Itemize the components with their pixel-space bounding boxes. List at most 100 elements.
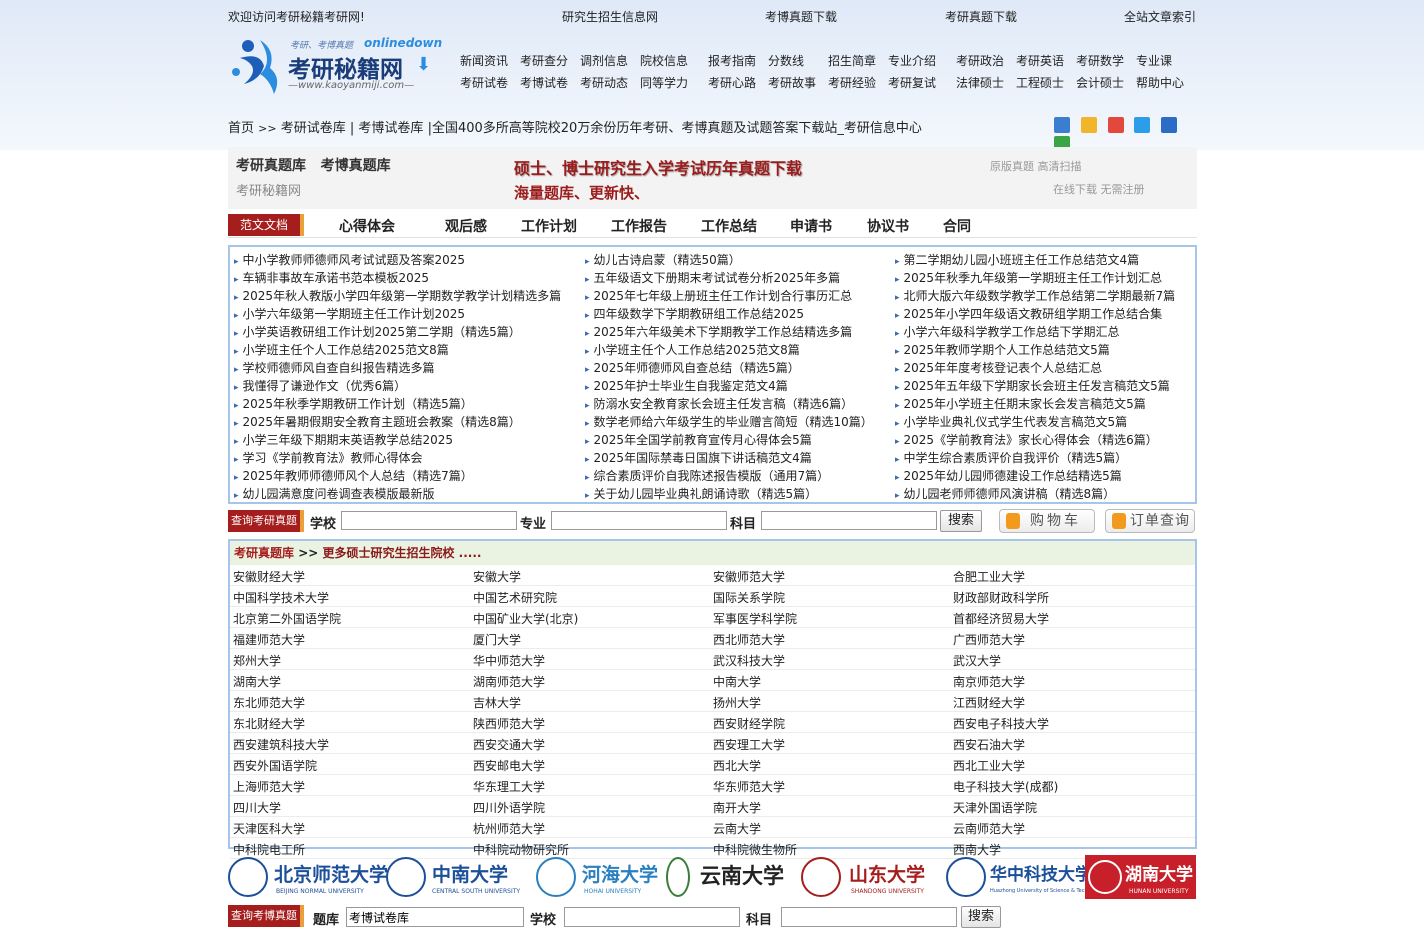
nav-row2-item[interactable]: 法律硕士	[956, 74, 1004, 91]
article-link[interactable]: 2025年小学班主任期末家长会发言稿范文5篇	[895, 395, 1175, 413]
article-link[interactable]: 2025年教师师德师风个人总结（精选7篇）	[234, 467, 561, 485]
school-link[interactable]: 国际关系学院	[713, 589, 785, 606]
article-link[interactable]: 小学六年级科学教学工作总结下学期汇总	[895, 323, 1175, 341]
article-link[interactable]: 幼儿园满意度问卷调查表模版最新版	[234, 485, 561, 503]
school-link[interactable]: 西北工业大学	[953, 757, 1025, 774]
article-link[interactable]: 中小学教师师德师风考试试题及答案2025	[234, 251, 561, 269]
school-link[interactable]: 中国科学技术大学	[233, 589, 329, 606]
nav-row1-item[interactable]: 新闻资讯	[460, 52, 508, 69]
renren-icon[interactable]	[1161, 117, 1178, 133]
promo-banner[interactable]: 考研真题库 考博真题库 考研秘籍网 硕士、博士研究生入学考试历年真题下载 海量题…	[228, 147, 1197, 209]
school-link[interactable]: 武汉大学	[953, 652, 1001, 669]
nav-row1-item[interactable]: 报考指南	[708, 52, 756, 69]
article-link[interactable]: 学校师德师风自查自纠报告精选多篇	[234, 359, 561, 377]
nav-row2-item[interactable]: 工程硕士	[1016, 74, 1064, 91]
school-link[interactable]: 上海师范大学	[233, 778, 305, 795]
nav-row2-item[interactable]: 考研故事	[768, 74, 816, 91]
nav-row1-item[interactable]: 考研数学	[1076, 52, 1124, 69]
school-link[interactable]: 湖南师范大学	[473, 673, 545, 690]
article-link[interactable]: 关于幼儿园毕业典礼朗诵诗歌（精选5篇）	[585, 485, 873, 503]
logo-hohai[interactable]: 河海大学 HOHAI UNIVERSITY	[536, 855, 666, 899]
article-link[interactable]: 2025年教师学期个人工作总结范文5篇	[895, 341, 1175, 359]
tab-item[interactable]: 心得体会	[339, 216, 395, 236]
school-link[interactable]: 东北财经大学	[233, 715, 305, 732]
school-link[interactable]: 电子科技大学(成都)	[953, 778, 1058, 795]
school-link[interactable]: 西安石油大学	[953, 736, 1025, 753]
school-link[interactable]: 西安交通大学	[473, 736, 545, 753]
school-link[interactable]: 吉林大学	[473, 694, 521, 711]
school-link[interactable]: 南开大学	[713, 799, 761, 816]
nav-row2-item[interactable]: 考博试卷	[520, 74, 568, 91]
school-link[interactable]: 郑州大学	[233, 652, 281, 669]
nav-row1-item[interactable]: 考研查分	[520, 52, 568, 69]
plus-icon[interactable]	[1054, 117, 1070, 133]
article-link[interactable]: 五年级语文下册期末考试试卷分析2025年多篇	[585, 269, 873, 287]
school-link[interactable]: 华东理工大学	[473, 778, 545, 795]
article-link[interactable]: 小学六年级第一学期班主任工作计划2025	[234, 305, 561, 323]
major-input[interactable]	[551, 511, 727, 530]
phd-subject-input[interactable]	[781, 907, 957, 927]
logo-ynu[interactable]: 云南大学	[666, 855, 801, 899]
top-link-grad-info[interactable]: 研究生招生信息网	[562, 8, 658, 25]
nav-row2-item[interactable]: 帮助中心	[1136, 74, 1184, 91]
nav-row2-item[interactable]: 考研试卷	[460, 74, 508, 91]
school-link[interactable]: 安徽大学	[473, 568, 521, 585]
school-link[interactable]: 合肥工业大学	[953, 568, 1025, 585]
star-icon[interactable]	[1080, 117, 1097, 133]
school-link[interactable]: 西安外国语学院	[233, 757, 317, 774]
school-link[interactable]: 扬州大学	[713, 694, 761, 711]
tab-item[interactable]: 合同	[943, 216, 971, 236]
cart-button[interactable]: 购物车	[999, 509, 1095, 533]
school-link[interactable]: 武汉科技大学	[713, 652, 785, 669]
school-list-title[interactable]: 考研真题库	[234, 546, 294, 560]
article-link[interactable]: 小学班主任个人工作总结2025范文8篇	[585, 341, 873, 359]
logo-bnu[interactable]: 北京师范大学 BEIJING NORMAL UNIVERSITY	[228, 855, 388, 899]
school-link[interactable]: 北京第二外国语学院	[233, 610, 341, 627]
article-link[interactable]: 2025年六年级美术下学期教学工作总结精选多篇	[585, 323, 873, 341]
article-link[interactable]: 小学班主任个人工作总结2025范文8篇	[234, 341, 561, 359]
article-link[interactable]: 2025年师德师风自查总结（精选5篇）	[585, 359, 873, 377]
article-link[interactable]: 2025年年度考核登记表个人总结汇总	[895, 359, 1175, 377]
article-link[interactable]: 2025年五年级下学期家长会班主任发言稿范文5篇	[895, 377, 1175, 395]
article-link[interactable]: 2025年秋人教版小学四年级第一学期数学教学计划精选多篇	[234, 287, 562, 305]
school-link[interactable]: 财政部财政科学所	[953, 589, 1049, 606]
article-link[interactable]: 2025年秋季学期教研工作计划（精选5篇）	[234, 395, 561, 413]
school-link[interactable]: 天津外国语学院	[953, 799, 1037, 816]
tab-item[interactable]: 工作报告	[611, 216, 667, 236]
site-logo[interactable]: 考研、考博真题 onlinedown 考研秘籍网 ⬇ —www.kaoyanmi…	[230, 32, 442, 100]
nav-row1-item[interactable]: 专业介绍	[888, 52, 936, 69]
school-link[interactable]: 西安建筑科技大学	[233, 736, 329, 753]
school-link[interactable]: 中国艺术研究院	[473, 589, 557, 606]
school-link[interactable]: 江西财经大学	[953, 694, 1025, 711]
school-link[interactable]: 安徽师范大学	[713, 568, 785, 585]
phd-search-button[interactable]: 搜索	[961, 906, 1001, 928]
school-link[interactable]: 湖南大学	[233, 673, 281, 690]
article-link[interactable]: 四年级数学下学期教研组工作总结2025	[585, 305, 873, 323]
nav-row2-item[interactable]: 会计硕士	[1076, 74, 1124, 91]
article-link[interactable]: 小学英语教研组工作计划2025第二学期（精选5篇）	[234, 323, 561, 341]
article-link[interactable]: 综合素质评价自我陈述报告模版（通用7篇）	[585, 467, 873, 485]
article-link[interactable]: 防溺水安全教育家长会班主任发言稿（精选6篇）	[585, 395, 873, 413]
school-link[interactable]: 中南大学	[713, 673, 761, 690]
school-input[interactable]	[341, 511, 517, 530]
article-link[interactable]: 小学毕业典礼仪式学生代表发言稿范文5篇	[895, 413, 1175, 431]
article-link[interactable]: 中学生综合素质评价自我评价（精选5篇）	[895, 449, 1175, 467]
school-link[interactable]: 天津医科大学	[233, 820, 305, 837]
article-link[interactable]: 2025年秋季九年级第一学期班主任工作计划汇总	[895, 269, 1175, 287]
article-link[interactable]: 学习《学前教育法》教师心得体会	[234, 449, 561, 467]
school-link[interactable]: 西北师范大学	[713, 631, 785, 648]
nav-row1-item[interactable]: 考研政治	[956, 52, 1004, 69]
school-link[interactable]: 四川大学	[233, 799, 281, 816]
phd-school-input[interactable]	[564, 907, 740, 927]
search-button[interactable]: 搜索	[940, 510, 982, 532]
tab-item[interactable]: 工作计划	[521, 216, 577, 236]
article-link[interactable]: 小学三年级下期期末英语教学总结2025	[234, 431, 561, 449]
nav-row2-item[interactable]: 考研复试	[888, 74, 936, 91]
school-link[interactable]: 厦门大学	[473, 631, 521, 648]
school-list-more[interactable]: 更多硕士研究生招生院校 .....	[323, 546, 482, 560]
article-link[interactable]: 2025年七年级上册班主任工作计划合行事历汇总	[585, 287, 873, 305]
school-link[interactable]: 杭州师范大学	[473, 820, 545, 837]
article-link[interactable]: 幼儿古诗启蒙（精选50篇）	[585, 251, 873, 269]
school-link[interactable]: 西安财经学院	[713, 715, 785, 732]
top-link-phd-download[interactable]: 考博真题下载	[765, 8, 837, 25]
